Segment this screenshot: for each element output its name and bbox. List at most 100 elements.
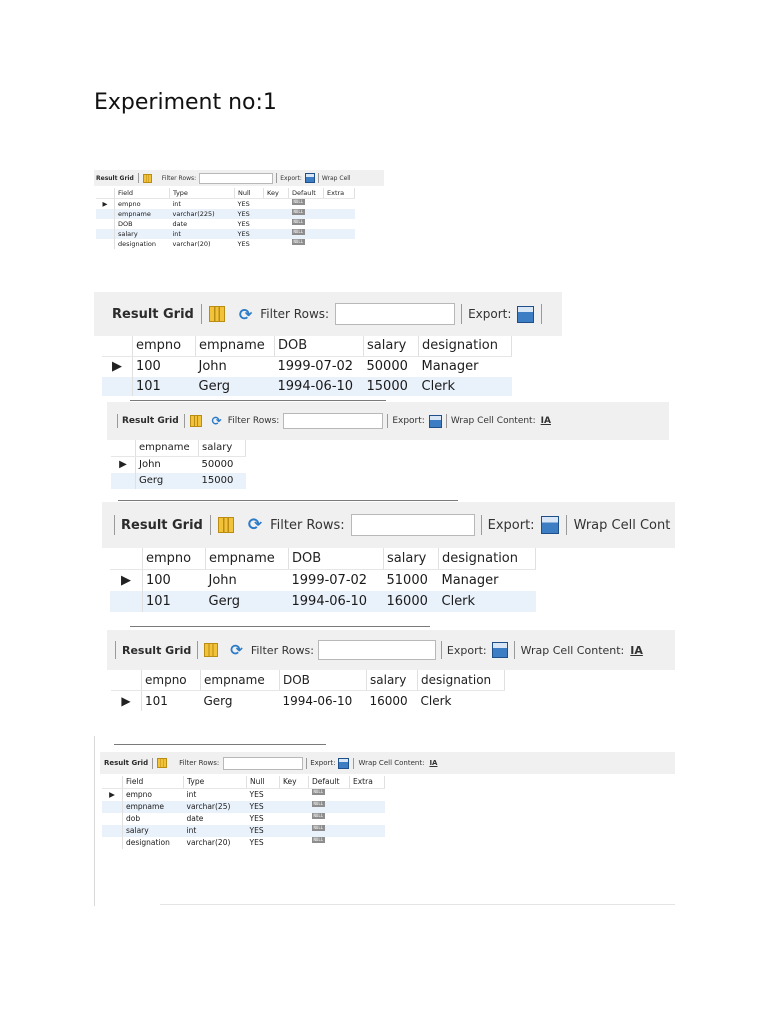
filter-rows-input[interactable] — [223, 756, 304, 770]
table-cell[interactable] — [349, 801, 385, 813]
table-cell[interactable] — [349, 825, 385, 837]
wrap-cell-icon[interactable]: IA — [429, 759, 437, 767]
table-cell[interactable] — [324, 239, 355, 249]
export-icon[interactable] — [304, 173, 315, 183]
table-cell[interactable]: 1994-06-10 — [274, 377, 364, 396]
column-header[interactable]: salary — [383, 548, 439, 570]
table-cell[interactable]: NULL — [309, 837, 350, 849]
column-header[interactable]: salary — [363, 336, 419, 357]
table-cell[interactable]: NULL — [289, 219, 324, 229]
column-header[interactable]: Extra — [323, 188, 355, 199]
table-row[interactable]: ▶ 100 John 1999-07-02 50000 Manager — [102, 356, 512, 378]
table-row[interactable]: ▶ empno int YES NULL — [96, 198, 355, 210]
column-header[interactable]: empname — [135, 440, 199, 457]
table-cell[interactable]: empname — [122, 801, 184, 813]
table-cell[interactable]: YES — [247, 837, 280, 849]
table-cell[interactable]: salary — [114, 229, 170, 239]
table-row[interactable]: 101 Gerg 1994-06-10 15000 Clerk — [102, 377, 512, 396]
table-cell[interactable]: NULL — [289, 239, 324, 249]
column-header[interactable]: Default — [308, 776, 350, 789]
result-grid-label[interactable]: Result Grid — [122, 644, 191, 657]
table-cell[interactable]: Clerk — [418, 691, 505, 712]
table-cell[interactable]: NULL — [288, 209, 324, 219]
table-cell[interactable]: Gerg — [135, 473, 199, 489]
table-row[interactable]: ▶ 100 John 1999-07-02 51000 Manager — [110, 569, 536, 592]
column-header[interactable]: Null — [234, 188, 264, 199]
table-cell[interactable]: 100 — [133, 357, 196, 378]
table-cell[interactable]: 101 — [142, 591, 206, 612]
result-grid-label[interactable]: Result Grid — [122, 416, 179, 426]
table-cell[interactable]: varchar(225) — [169, 209, 235, 219]
table-cell[interactable]: 1994-06-10 — [280, 691, 367, 712]
export-icon[interactable] — [428, 414, 442, 428]
table-cell[interactable] — [350, 837, 385, 849]
wrap-cell-content-label[interactable]: Wrap Cell Content: — [451, 416, 536, 426]
column-header[interactable]: Type — [169, 188, 235, 199]
table-row[interactable]: Gerg 15000 — [111, 473, 246, 489]
table-cell[interactable]: 16000 — [367, 691, 418, 712]
wrap-cell-icon[interactable]: IA — [541, 416, 551, 426]
table-cell[interactable]: date — [184, 813, 247, 825]
table-row[interactable]: empname varchar(25) YES NULL — [102, 801, 385, 813]
table-cell[interactable]: Manager — [439, 570, 536, 592]
filter-rows-input[interactable] — [350, 514, 475, 536]
table-cell[interactable]: DOB — [115, 219, 170, 229]
table-cell[interactable]: designation — [115, 239, 170, 249]
table-cell[interactable] — [280, 813, 309, 825]
table-cell[interactable]: 50000 — [364, 357, 419, 378]
table-cell[interactable]: John — [196, 357, 275, 378]
table-cell[interactable]: 51000 — [384, 570, 439, 592]
filter-rows-input[interactable] — [283, 413, 384, 429]
wrap-cell-content-label[interactable]: Wrap Cell — [322, 175, 351, 182]
column-header[interactable]: salary — [198, 440, 246, 457]
table-cell[interactable] — [264, 239, 289, 249]
table-cell[interactable] — [324, 199, 355, 210]
table-cell[interactable]: YES — [246, 801, 280, 813]
table-cell[interactable]: John — [136, 457, 199, 474]
grid-view-icon[interactable] — [217, 517, 234, 533]
table-cell[interactable]: YES — [247, 789, 280, 802]
table-cell[interactable]: varchar(25) — [183, 801, 247, 813]
table-row[interactable]: ▶ empno int YES NULL — [102, 788, 385, 802]
table-cell[interactable] — [280, 837, 309, 849]
column-header[interactable]: Field — [114, 188, 170, 199]
table-row[interactable]: salary int YES NULL — [96, 229, 355, 239]
column-header[interactable]: Type — [183, 776, 247, 789]
table-cell[interactable]: 16000 — [383, 591, 439, 612]
table-cell[interactable]: YES — [235, 199, 264, 210]
table-row[interactable]: dob date YES NULL — [102, 813, 385, 825]
grid-view-icon[interactable] — [157, 758, 168, 768]
column-header[interactable]: designation — [418, 336, 512, 357]
grid-view-icon[interactable] — [189, 415, 202, 427]
table-cell[interactable] — [279, 825, 309, 837]
filter-rows-input[interactable] — [335, 303, 456, 325]
filter-rows-input[interactable] — [317, 640, 436, 660]
refresh-icon[interactable]: ⟳ — [248, 515, 262, 535]
column-header[interactable]: empno — [141, 670, 201, 691]
table-cell[interactable] — [350, 813, 385, 825]
table-cell[interactable]: Clerk — [438, 591, 536, 612]
table-cell[interactable] — [263, 229, 289, 239]
result-grid-label[interactable]: Result Grid — [121, 518, 203, 533]
table-cell[interactable]: Clerk — [418, 377, 512, 396]
table-cell[interactable]: NULL — [288, 229, 324, 239]
table-row[interactable]: salary int YES NULL — [102, 825, 385, 837]
table-cell[interactable]: NULL — [308, 825, 350, 837]
column-header[interactable]: DOB — [288, 548, 384, 570]
wrap-cell-content-label[interactable]: Wrap Cell Cont — [574, 518, 671, 533]
table-cell[interactable] — [324, 219, 355, 229]
table-row[interactable]: designation varchar(20) YES NULL — [102, 837, 385, 849]
column-header[interactable]: empname — [200, 670, 280, 691]
column-header[interactable]: empno — [132, 336, 196, 357]
column-header[interactable]: Default — [288, 188, 324, 199]
wrap-cell-content-label[interactable]: Wrap Cell Content: — [521, 644, 625, 657]
table-cell[interactable]: 101 — [142, 691, 201, 712]
table-cell[interactable] — [264, 199, 289, 210]
table-cell[interactable] — [323, 209, 355, 219]
table-row[interactable]: ▶ 101 Gerg 1994-06-10 16000 Clerk — [111, 690, 505, 712]
table-cell[interactable]: 1999-07-02 — [275, 357, 364, 378]
table-cell[interactable]: Gerg — [205, 591, 289, 612]
export-icon[interactable] — [338, 757, 350, 769]
table-cell[interactable]: NULL — [309, 813, 350, 825]
table-cell[interactable]: 50000 — [199, 457, 246, 474]
